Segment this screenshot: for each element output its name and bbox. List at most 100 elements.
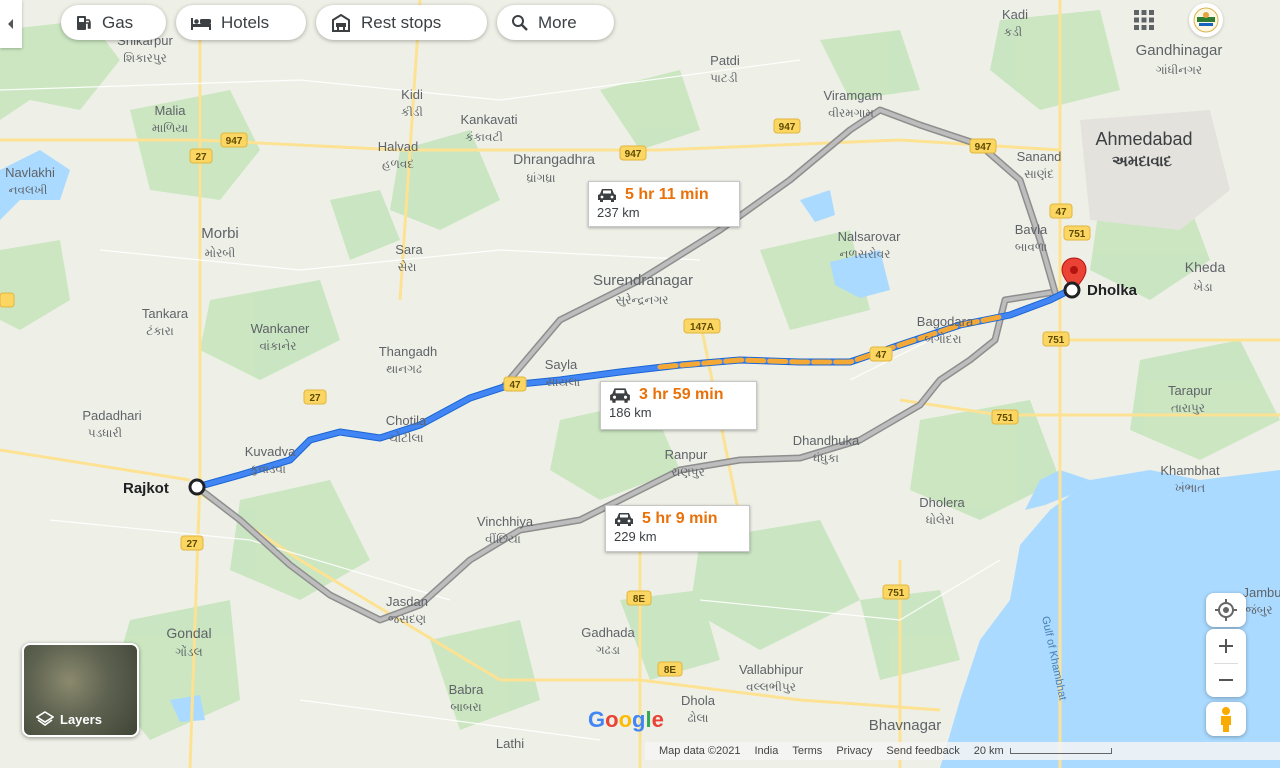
place-label: નવલખી [9,183,48,197]
place-label: Chotila [386,413,427,428]
route-card-north[interactable]: 5 hr 11 min 237 km [588,181,740,227]
scale-label: 20 km [973,745,1004,757]
shield: 947 [779,122,796,133]
gas-pump-icon [77,15,91,30]
city-label: અમદાવાદ [1112,152,1172,170]
shield: 947 [625,149,642,160]
place-label: Jasdan [386,594,428,609]
car-icon [610,388,630,403]
place-label: પડધારી [88,426,122,440]
shield: 751 [1069,229,1086,240]
place-label: કીડી [401,105,423,119]
place-label: વાંકાનેર [260,339,297,353]
zoom-control [1206,629,1246,697]
place-label: તારાપુર [1171,401,1205,415]
shield: 27 [309,393,321,404]
terms-link[interactable]: Terms [792,745,822,757]
place-label: Wankaner [251,321,310,336]
my-location-button[interactable] [1206,593,1246,627]
place-label: Dhrangadhra [513,151,595,167]
place-label: કંકાવટી [465,130,503,144]
place-label: Ranpur [665,447,708,462]
scale-bar-line [1009,748,1112,754]
place-label: Tankara [142,306,189,321]
place-label: Tarapur [1168,383,1213,398]
place-label: Vallabhipur [739,662,804,677]
gas-chip[interactable]: Gas [61,5,166,40]
rest-stops-chip[interactable]: Rest stops [316,5,487,40]
place-label: ધ્રાંગધ્રા [526,171,555,185]
place-label: બગોદરા [924,332,961,346]
place-label: ચોટીલા [388,431,423,445]
route-time: 5 hr 11 min [625,186,709,203]
place-label: Nalsarovar [838,229,902,244]
route-time: 5 hr 9 min [642,510,718,527]
place-label: વીરમગામ [828,106,874,120]
hotels-chip[interactable]: Hotels [176,5,306,40]
shield: 47 [1055,207,1067,218]
place-label: ટંકારા [146,324,174,338]
shield: 27 [186,539,198,550]
place-label: કુવાડવા [249,462,286,476]
place-label: રાણપુર [671,465,705,479]
place-label: Bavla [1015,222,1048,237]
pegman-icon [1221,707,1231,732]
place-label: Bagodara [917,314,974,329]
place-label: Padadhari [82,408,141,423]
place-label: ઢોલા [688,711,709,725]
shield: 751 [1048,335,1065,346]
zoom-in-button[interactable] [1206,629,1246,663]
place-label: Gandhinagar [1136,42,1223,59]
place-label: કડી [1004,25,1023,39]
scale-bar[interactable]: 20 km [974,745,1112,757]
place-label: Khambhat [1160,463,1220,478]
more-chip[interactable]: More [497,5,614,40]
send-feedback-link[interactable]: Send feedback [886,745,959,757]
car-icon [615,513,633,526]
place-label: પાટડી [710,71,738,85]
place-label: Vinchhiya [477,514,534,529]
street-view-pegman[interactable] [1206,702,1246,736]
plus-icon [1219,639,1233,653]
place-label: મોરબી [205,246,236,260]
place-label: માળિયા [152,121,188,135]
place-label: વલ્લભીપુર [746,680,796,694]
place-label: Gadhada [581,625,635,640]
layers-label: Layers [60,711,102,727]
shield: 947 [226,136,243,147]
shield: 947 [975,142,992,153]
apps-grid-icon[interactable] [1133,9,1155,31]
place-label: હળવદ [382,157,414,171]
collapse-panel-button[interactable] [0,0,22,48]
place-label: Kheda [1185,259,1226,275]
place-label: જંબુર [1245,603,1272,617]
origin-marker[interactable] [188,478,206,496]
route-card-best[interactable]: 3 hr 59 min 186 km [600,381,757,430]
place-label: ધોલેરા [926,513,954,527]
place-label: ગોંડલ [175,645,202,659]
account-avatar[interactable] [1189,3,1223,37]
place-label: Morbi [201,225,239,242]
place-label: ગાંધીનગર [1156,63,1202,77]
zoom-out-button[interactable] [1206,663,1246,697]
place-label: શિકારપુર [123,51,167,65]
place-label: નળસરોવર [840,247,891,261]
place-label: Dhola [681,693,716,708]
layers-icon [36,711,54,726]
route-distance: 229 km [614,529,657,544]
route-card-south[interactable]: 5 hr 9 min 229 km [605,505,750,552]
shield: 47 [875,350,887,361]
place-label: Kadi [1002,7,1028,22]
place-label: સાયલા [546,375,581,389]
place-label: સેરા [398,260,417,274]
country-link[interactable]: India [755,745,779,757]
place-label: Halvad [378,139,418,154]
place-label: Viramgam [823,88,882,103]
shield: 147A [690,322,714,333]
more-label: More [538,12,577,32]
svg-text:Google: Google [588,707,664,732]
layers-button[interactable]: Layers [22,643,139,737]
place-label: Malia [154,103,186,118]
car-icon [598,189,616,202]
privacy-link[interactable]: Privacy [836,745,872,757]
